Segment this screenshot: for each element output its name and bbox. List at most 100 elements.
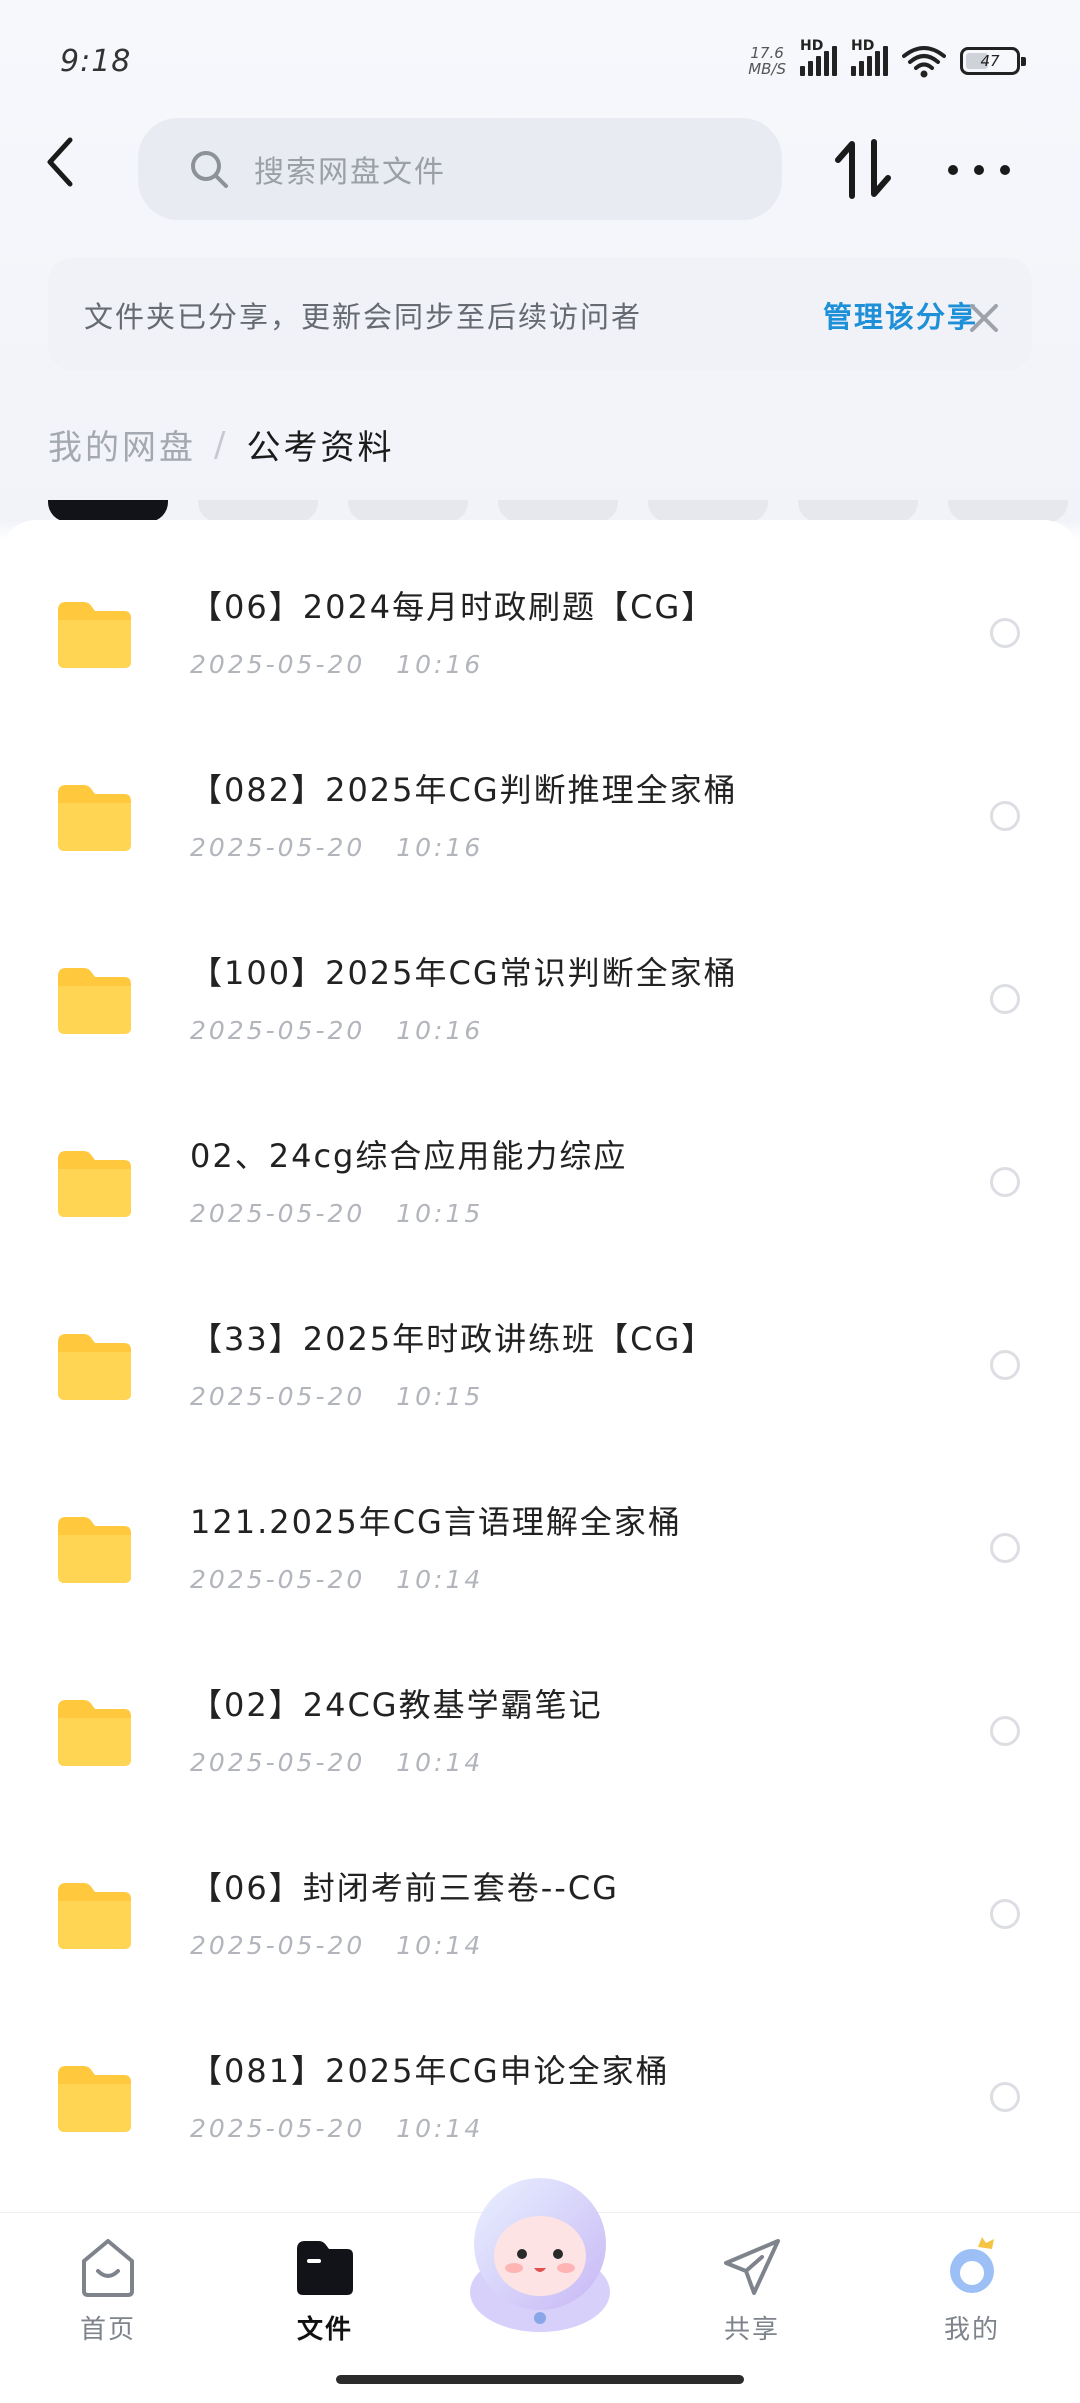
home-icon [82,2239,134,2297]
folder-icon [58,602,131,668]
file-row[interactable]: 【02】24CG教基学霸笔记 2025-05-20 10:14 [0,1618,1080,1801]
select-radio[interactable] [990,1899,1020,1929]
manage-share-link[interactable]: 管理该分享 [823,294,978,336]
select-radio[interactable] [990,1533,1020,1563]
signal-2-icon: HD [851,38,888,76]
file-date: 2025-05-20 10:14 [190,1931,483,1960]
file-date-day: 2025-05-20 [190,1565,366,1594]
nav-files-label: 文件 [296,2315,353,2345]
search-icon [191,151,228,188]
file-name: 【33】2025年时政讲练班【CG】 [190,1320,716,1358]
search-input[interactable]: 搜索网盘文件 [138,118,782,220]
file-name: 【06】2024每月时政刷题【CG】 [190,588,716,626]
filter-tab-strip [48,500,1068,522]
file-date: 2025-05-20 10:14 [190,1565,483,1594]
file-row[interactable]: 【06】2024每月时政刷题【CG】 2025-05-20 10:16 [0,520,1080,703]
folder-icon [58,785,131,851]
assistant-mascot-icon[interactable] [438,2160,642,2340]
back-button[interactable] [30,132,90,192]
select-radio[interactable] [990,2082,1020,2112]
file-name: 【02】24CG教基学霸笔记 [190,1686,603,1724]
file-date-time: 10:14 [396,1748,484,1777]
nav-mine-label: 我的 [943,2315,1000,2345]
battery-level: 47 [980,52,1000,70]
sim2-hd-label: HD [851,38,875,54]
file-date: 2025-05-20 10:15 [190,1382,483,1411]
home-indicator[interactable] [336,2375,744,2384]
select-radio[interactable] [990,618,1020,648]
file-date-time: 10:14 [396,1931,484,1960]
file-name: 【100】2025年CG常识判断全家桶 [190,954,738,992]
file-row[interactable]: 【081】2025年CG申论全家桶 2025-05-20 10:14 [0,1984,1080,2167]
select-radio[interactable] [990,984,1020,1014]
file-date-time: 10:14 [396,1565,484,1594]
nav-home-label: 首页 [79,2315,136,2345]
file-name: 【082】2025年CG判断推理全家桶 [190,771,738,809]
filter-tab[interactable] [48,500,168,522]
file-date-day: 2025-05-20 [190,2114,366,2143]
file-row[interactable]: 02、24cg综合应用能力综应 2025-05-20 10:15 [0,1069,1080,1252]
filter-tab[interactable] [648,500,768,522]
network-speed: 17.6 MB/S [748,45,786,77]
breadcrumb: 我的网盘 / 公考资料 [48,420,394,469]
share-notice-text: 文件夹已分享，更新会同步至后续访问者 [84,300,643,334]
signal-1-icon: HD [800,38,837,76]
file-date: 2025-05-20 10:14 [190,1748,483,1777]
more-options-icon[interactable] [940,140,1018,200]
battery-icon: 47 [960,47,1026,75]
file-date-day: 2025-05-20 [190,1016,366,1045]
file-date-time: 10:14 [396,2114,484,2143]
wifi-icon [902,46,946,78]
file-date-time: 10:16 [396,1016,484,1045]
file-row[interactable]: 【100】2025年CG常识判断全家桶 2025-05-20 10:16 [0,886,1080,1069]
share-icon [724,2239,780,2295]
file-date: 2025-05-20 10:14 [190,2114,483,2143]
status-time: 9:18 [60,44,132,79]
select-radio[interactable] [990,801,1020,831]
file-name: 121.2025年CG言语理解全家桶 [190,1503,682,1541]
close-icon[interactable] [966,300,1002,336]
sort-icon[interactable] [830,138,896,200]
file-row[interactable]: 【06】封闭考前三套卷--CG 2025-05-20 10:14 [0,1801,1080,1984]
folder-icon [58,1883,131,1949]
select-radio[interactable] [990,1350,1020,1380]
nav-mine[interactable]: 我的 [917,2233,1027,2373]
file-date-day: 2025-05-20 [190,833,366,862]
profile-icon [950,2237,994,2293]
filter-tab[interactable] [198,500,318,522]
file-date-day: 2025-05-20 [190,650,366,679]
sim1-hd-label: HD [800,38,824,54]
file-date-time: 10:16 [396,833,484,862]
nav-files[interactable]: 文件 [270,2233,380,2373]
filter-tab[interactable] [798,500,918,522]
file-name: 02、24cg综合应用能力综应 [190,1137,628,1175]
status-indicators: 17.6 MB/S HD HD 47 [748,38,1026,78]
file-date-day: 2025-05-20 [190,1748,366,1777]
select-radio[interactable] [990,1716,1020,1746]
filter-tab[interactable] [348,500,468,522]
file-name: 【081】2025年CG申论全家桶 [190,2052,670,2090]
folder-icon [58,1151,131,1217]
breadcrumb-separator: / [214,424,229,465]
folder-icon [58,1334,131,1400]
share-notice-banner: 文件夹已分享，更新会同步至后续访问者 管理该分享 [48,258,1032,370]
filter-tab[interactable] [498,500,618,522]
file-row[interactable]: 【082】2025年CG判断推理全家桶 2025-05-20 10:16 [0,703,1080,886]
file-row[interactable]: 121.2025年CG言语理解全家桶 2025-05-20 10:14 [0,1435,1080,1618]
filter-tab[interactable] [948,500,1068,522]
file-date: 2025-05-20 10:15 [190,1199,483,1228]
file-date: 2025-05-20 10:16 [190,650,483,679]
select-radio[interactable] [990,1167,1020,1197]
file-date-day: 2025-05-20 [190,1931,366,1960]
file-row[interactable]: 【33】2025年时政讲练班【CG】 2025-05-20 10:15 [0,1252,1080,1435]
breadcrumb-root[interactable]: 我的网盘 [48,420,196,469]
file-date-time: 10:15 [396,1199,484,1228]
file-date-time: 10:15 [396,1382,484,1411]
folder-icon [58,1700,131,1766]
nav-home[interactable]: 首页 [53,2233,163,2373]
header: 搜索网盘文件 [0,110,1080,230]
nav-share[interactable]: 共享 [697,2233,807,2373]
breadcrumb-current: 公考资料 [246,428,395,468]
file-list: 【06】2024每月时政刷题【CG】 2025-05-20 10:16 【082… [0,520,1080,2210]
file-date-day: 2025-05-20 [190,1382,366,1411]
